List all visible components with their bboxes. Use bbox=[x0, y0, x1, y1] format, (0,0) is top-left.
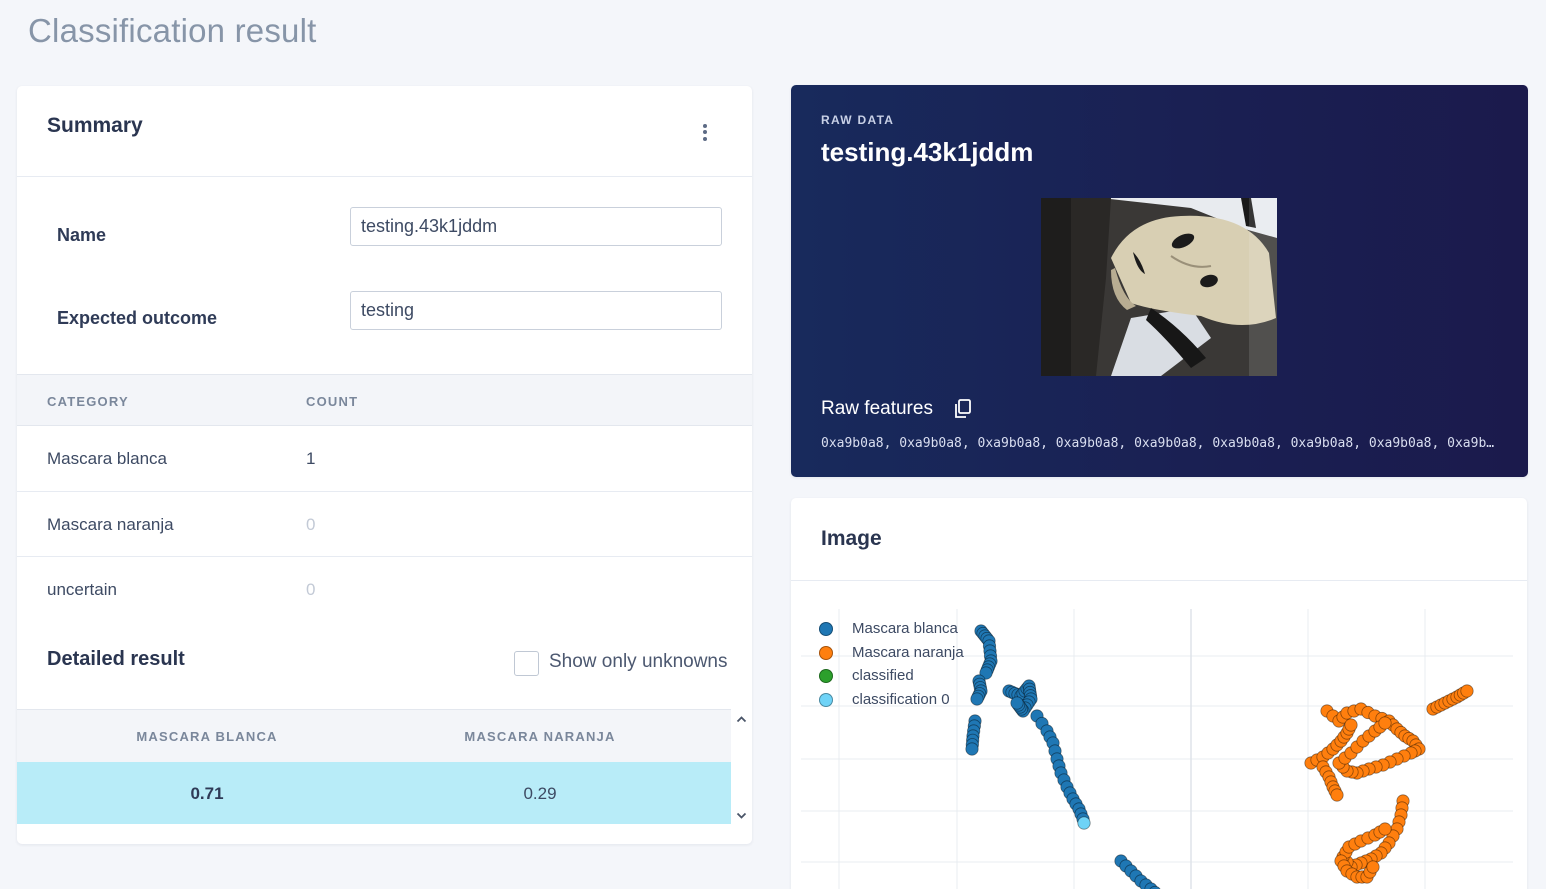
legend-marker bbox=[819, 669, 833, 683]
page-title: Classification result bbox=[28, 12, 317, 49]
expected-outcome-input[interactable] bbox=[350, 291, 722, 330]
mascara-naranja-score: 0.29 bbox=[523, 784, 557, 803]
category-table-header: CATEGORY COUNT bbox=[17, 374, 752, 426]
raw-data-title: testing.43k1jddm bbox=[821, 137, 1034, 167]
show-unknowns-checkbox[interactable] bbox=[514, 651, 539, 676]
expected-outcome-label: Expected outcome bbox=[57, 308, 218, 328]
sample-image bbox=[1041, 198, 1277, 376]
data-point bbox=[1378, 716, 1392, 730]
category-cell: Mascara naranja bbox=[47, 514, 174, 534]
legend-label: classification 0 bbox=[852, 691, 950, 708]
legend-marker bbox=[819, 646, 833, 660]
summary-card: Summary Name Expected outcome CATEGORY C… bbox=[17, 86, 752, 844]
count-header: COUNT bbox=[306, 394, 359, 409]
detailed-result-table: MASCARA BLANCA MASCARA NARANJA 0.71 0.29 bbox=[17, 709, 752, 826]
category-header: CATEGORY bbox=[47, 394, 129, 409]
name-input[interactable] bbox=[350, 207, 722, 246]
data-point bbox=[965, 742, 979, 756]
summary-header: Summary bbox=[17, 86, 752, 177]
detailed-result-header: MASCARA BLANCA MASCARA NARANJA bbox=[17, 709, 731, 762]
data-point bbox=[1330, 788, 1344, 802]
raw-data-eyebrow: RAW DATA bbox=[821, 113, 895, 127]
name-label: Name bbox=[57, 225, 107, 245]
mascara-blanca-score: 0.71 bbox=[190, 784, 224, 803]
more-options-icon[interactable] bbox=[700, 122, 710, 142]
legend-label: Mascara blanca bbox=[852, 620, 958, 637]
raw-features-label: Raw features bbox=[821, 398, 933, 419]
mascara-naranja-header: MASCARA NARANJA bbox=[464, 729, 616, 744]
legend-label: Mascara naranja bbox=[852, 644, 964, 661]
mascara-blanca-header: MASCARA BLANCA bbox=[136, 729, 278, 744]
scroll-down-icon[interactable] bbox=[736, 810, 747, 821]
legend-marker bbox=[819, 622, 833, 636]
data-point bbox=[1344, 718, 1358, 732]
raw-data-card: RAW DATA testing.43k1jddm Raw features 0… bbox=[791, 85, 1528, 477]
image-header: Image bbox=[791, 498, 1527, 581]
data-point bbox=[970, 692, 984, 706]
count-cell: 0 bbox=[306, 514, 316, 534]
image-card: Image Mascara blanca Mascara naranja cla… bbox=[791, 498, 1527, 889]
data-point bbox=[1010, 696, 1024, 710]
classification-point bbox=[1077, 816, 1091, 830]
scatter-plot[interactable]: Mascara blanca Mascara naranja classifie… bbox=[791, 581, 1527, 889]
table-row[interactable]: 0.71 0.29 bbox=[17, 762, 731, 824]
data-point bbox=[1460, 684, 1474, 698]
table-row: uncertain 0 bbox=[17, 557, 752, 623]
category-table: CATEGORY COUNT Mascara blanca 1 Mascara … bbox=[17, 374, 752, 623]
raw-features-values: 0xa9b0a8, 0xa9b0a8, 0xa9b0a8, 0xa9b0a8, … bbox=[821, 436, 1499, 451]
data-point bbox=[1378, 822, 1392, 836]
category-cell: uncertain bbox=[47, 580, 117, 599]
legend-label: classified bbox=[852, 667, 914, 684]
summary-title: Summary bbox=[47, 114, 143, 137]
copy-icon[interactable] bbox=[954, 399, 972, 419]
count-cell: 1 bbox=[306, 449, 316, 468]
category-cell: Mascara blanca bbox=[47, 449, 168, 468]
image-title: Image bbox=[821, 527, 882, 550]
scroll-up-icon[interactable] bbox=[736, 714, 747, 725]
show-unknowns-label[interactable]: Show only unknowns bbox=[549, 651, 728, 673]
table-row: Mascara naranja 0 bbox=[17, 492, 752, 557]
scrollbar[interactable] bbox=[731, 709, 752, 826]
detailed-result-title: Detailed result bbox=[47, 648, 185, 670]
table-row: Mascara blanca 1 bbox=[17, 426, 752, 492]
legend-marker bbox=[819, 693, 833, 707]
data-point bbox=[1366, 860, 1380, 874]
count-cell: 0 bbox=[306, 580, 316, 599]
